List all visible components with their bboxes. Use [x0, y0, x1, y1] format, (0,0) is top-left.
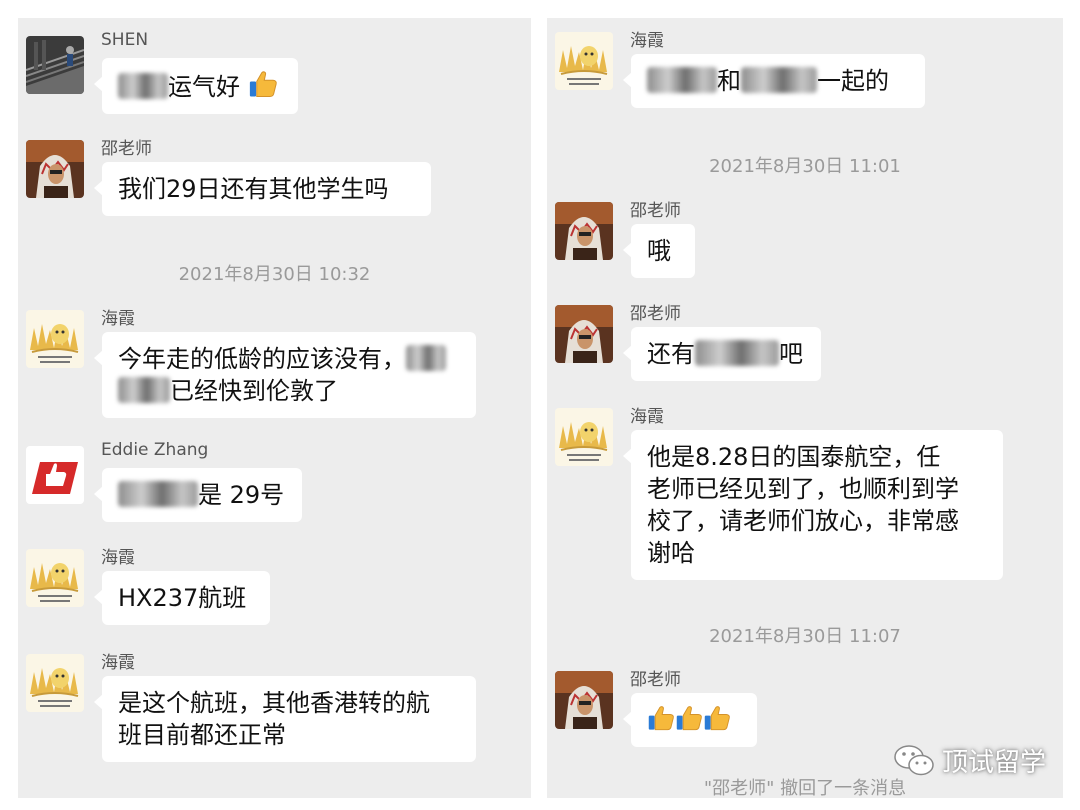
sender-name: 海霞: [630, 407, 664, 427]
thumbs-up-icon: [675, 704, 703, 732]
message-text: 他是8.28日的国泰航空，任: [647, 443, 941, 471]
wechat-logo-icon: [894, 744, 934, 778]
timestamp: 2021年8月30日 11:07: [709, 626, 901, 647]
avatar-shao[interactable]: [555, 671, 613, 729]
redacted-text: [118, 73, 168, 99]
sender-name: 海霞: [101, 653, 135, 673]
message-text: 和: [717, 67, 741, 95]
avatar-shao[interactable]: [26, 140, 84, 198]
avatar-shao[interactable]: [555, 305, 613, 363]
message-bubble[interactable]: 哦: [623, 224, 695, 278]
sender-name: 邵老师: [630, 304, 681, 324]
message-bubble[interactable]: [623, 693, 757, 747]
sender-name: 海霞: [630, 31, 664, 51]
message-bubble[interactable]: HX237航班: [94, 571, 270, 625]
redacted-text: [406, 345, 446, 371]
sender-name: Eddie Zhang: [101, 440, 209, 460]
avatar-haixia[interactable]: [26, 310, 84, 368]
sender-name: SHEN: [101, 30, 149, 50]
avatar-shen[interactable]: [26, 36, 84, 94]
sender-name: 邵老师: [630, 201, 681, 221]
avatar-haixia[interactable]: [555, 32, 613, 90]
message-text: 已经快到伦敦了: [170, 377, 338, 405]
message-text: 运气好: [168, 73, 240, 101]
avatar-shao[interactable]: [555, 202, 613, 260]
sender-name: 海霞: [101, 548, 135, 568]
message-bubble[interactable]: 今年走的低龄的应该没有， 已经快到伦敦了: [94, 332, 476, 418]
message-text: 今年走的低龄的应该没有，: [118, 345, 406, 373]
message-bubble[interactable]: 还有 吧: [623, 327, 821, 381]
message-text: 校了，请老师们放心，非常感: [647, 507, 959, 535]
sender-name: 邵老师: [630, 670, 681, 690]
sender-name: 海霞: [101, 309, 135, 329]
message-text: 班目前都还正常: [118, 721, 286, 749]
thumbs-up-icon: [248, 69, 278, 99]
message-text: 吧: [779, 340, 803, 368]
message-text: 还有: [647, 340, 695, 368]
message-text: 是 29号: [198, 481, 285, 509]
message-text: 哦: [647, 237, 671, 265]
watermark: 顶试留学: [894, 742, 1046, 779]
sender-name: 邵老师: [101, 139, 152, 159]
message-text: 谢哈: [647, 539, 695, 567]
avatar-haixia[interactable]: [26, 654, 84, 712]
message-bubble[interactable]: 是这个航班，其他香港转的航 班目前都还正常: [94, 676, 476, 762]
message-text: 老师已经见到了，也顺利到学: [647, 475, 959, 503]
thumbs-up-icon: [703, 704, 731, 732]
redacted-text: [695, 340, 779, 366]
redacted-text: [647, 67, 717, 93]
watermark-text: 顶试留学: [941, 748, 1046, 778]
avatar-eddie[interactable]: [26, 446, 84, 504]
message-text: 是这个航班，其他香港转的航: [118, 689, 430, 717]
redacted-text: [118, 481, 198, 507]
redacted-text: [118, 377, 170, 403]
thumbs-up-icon: [647, 704, 675, 732]
avatar-haixia[interactable]: [26, 549, 84, 607]
chat-panel-right[interactable]: 海霞 和 一起的 2021年8月30日 11:01 邵老师 哦 邵老师 还有 吧 海…: [547, 18, 1063, 798]
avatar-haixia[interactable]: [555, 408, 613, 466]
message-text: 一起的: [817, 67, 889, 95]
message-text: HX237航班: [118, 584, 247, 612]
message-text: 我们29日还有其他学生吗: [118, 175, 389, 203]
chat-panel-left[interactable]: SHEN 运气好 邵老师 我们29日还有其他学生吗 2021年8月30日 10:…: [18, 18, 531, 798]
message-bubble[interactable]: 运气好: [94, 58, 298, 114]
message-bubble[interactable]: 他是8.28日的国泰航空，任 老师已经见到了，也顺利到学 校了，请老师们放心，非…: [623, 430, 1003, 580]
timestamp: 2021年8月30日 10:32: [178, 264, 371, 285]
message-bubble[interactable]: 我们29日还有其他学生吗: [94, 162, 431, 216]
message-bubble[interactable]: 是 29号: [94, 468, 302, 522]
message-bubble[interactable]: 和 一起的: [623, 54, 925, 108]
timestamp: 2021年8月30日 11:01: [709, 156, 901, 177]
redacted-text: [741, 67, 817, 93]
